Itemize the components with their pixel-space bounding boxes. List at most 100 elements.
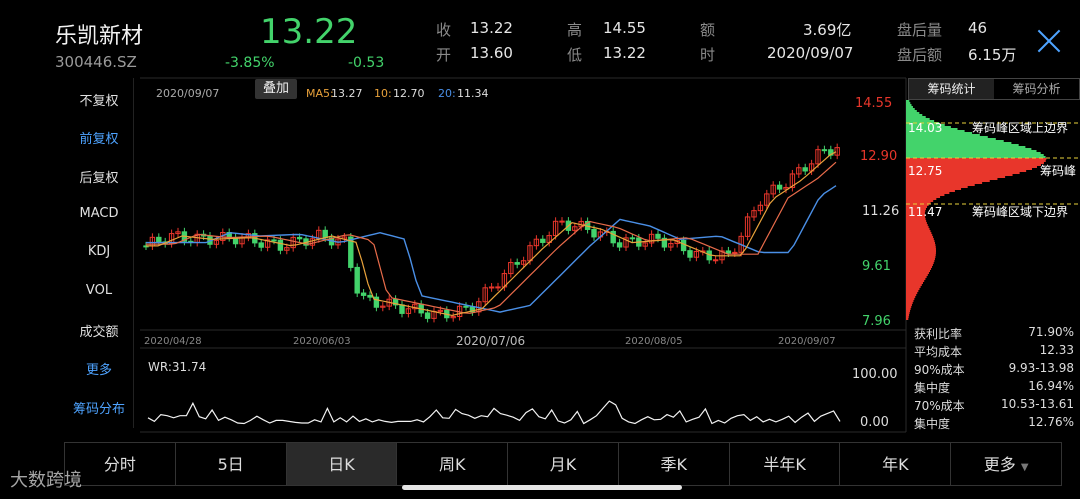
tab-quarterly-k[interactable]: 季K [619,443,730,485]
chip-bar [906,302,913,304]
candle-body [687,250,693,258]
x-tick-3: 2020/07/06 [456,334,525,348]
candle-body [399,304,405,314]
chip-bar [906,200,934,202]
chip-bar [906,136,988,138]
stat-value: 9.93-13.98 [1008,361,1074,375]
chip-bar [906,296,916,298]
home-indicator[interactable] [402,485,682,490]
chip-bar [906,248,936,250]
chip-bar [906,188,962,190]
candle-body [488,286,495,289]
tab-chip-analysis[interactable]: 筹码分析 [994,79,1079,99]
chip-bar [906,228,930,230]
chip-bar [906,118,930,120]
chip-bar [906,242,936,244]
chip-bar [906,254,936,256]
candle-body [591,228,597,238]
stat-row: 平均成本 12.33 [914,343,1074,360]
tab-daily-k[interactable]: 日K [286,443,398,485]
candle-body [463,305,469,308]
candle-body [296,236,303,240]
chip-bar [906,194,945,196]
chip-bar [906,190,955,192]
chip-bar [906,138,996,140]
stat-value: 12.33 [1039,343,1074,357]
candle-body [821,149,828,152]
overlay-button[interactable]: 叠加 [255,79,297,99]
chip-bar [906,276,927,278]
ma5-value: 13.27 [331,87,363,100]
stat-value: 71.90% [1028,325,1074,339]
tab-5day[interactable]: 5日 [176,443,287,485]
chip-bar [906,256,936,258]
chip-bar [906,260,935,262]
candle-body [680,240,687,252]
chip-bar [906,272,929,274]
ma20-value: 11.34 [457,87,489,100]
chip-bar [906,150,1037,152]
chip-bar [906,312,910,314]
chip-bar [906,308,911,310]
x-tick-5: 2020/09/07 [778,336,836,347]
tab-yearly-k[interactable]: 年K [840,443,952,485]
chip-bar [906,292,918,294]
ma10-label: 10: [374,87,392,100]
candle-body [271,239,277,242]
stat-key: 90%成本 [914,363,965,377]
chip-bar [906,196,941,198]
chevron-down-icon: ▼ [1020,462,1029,473]
chip-bar [906,284,922,286]
candle-body [776,184,783,190]
candle-body [514,262,520,265]
chip-bar [906,310,911,312]
ma20-line [146,185,837,313]
chip-bar [906,184,975,186]
period-tab-bar: 分时 5日 日K 周K 月K 季K 半年K 年K 更多 ▼ [64,442,1062,486]
candle-body [495,286,501,289]
stat-row: 90%成本 9.93-13.98 [914,361,1074,378]
ma5-label: MA5: [306,87,334,100]
chip-bar [906,238,934,240]
candle-body [156,236,162,243]
ma10-value: 12.70 [393,87,425,100]
chip-bar [906,156,1046,158]
stat-key: 平均成本 [914,345,963,359]
x-tick-1: 2020/04/28 [144,336,202,347]
chip-bar [906,230,931,232]
chip-bar [906,192,950,194]
wr-tick-0: 0.00 [860,415,889,430]
tab-monthly-k[interactable]: 月K [508,443,619,485]
chip-bar [906,294,917,296]
candle-body [367,294,373,298]
y-tick-2: 12.90 [860,149,897,164]
candle-body [616,242,623,248]
chip-bar [906,264,933,266]
candle-body [373,296,380,308]
chip-upper-value: 14.03 [908,121,942,135]
chip-bar [906,148,1032,150]
chip-bar [906,288,920,290]
candle-body [424,312,431,319]
chip-bar [906,116,926,118]
chip-bar [906,234,933,236]
chip-bar [906,298,915,300]
chip-bar [906,304,912,306]
chip-bar [906,318,909,320]
chip-peak-value: 12.75 [908,164,942,178]
chip-bar [906,144,1019,146]
chip-lower-value: 11.47 [908,205,942,219]
stat-row: 获利比率 71.90% [914,325,1074,342]
y-tick-5: 7.96 [862,314,891,329]
candlestick-series [143,143,840,323]
tab-halfyear-k[interactable]: 半年K [730,443,841,485]
tab-chip-stats[interactable]: 筹码统计 [909,79,994,99]
tab-more-label: 更多 [983,455,1016,474]
chip-bar [906,258,935,260]
chip-bar [906,316,909,318]
tab-more[interactable]: 更多 ▼ [951,443,1061,485]
ma20-label: 20: [438,87,456,100]
stat-value: 10.53-13.61 [1000,397,1074,411]
chip-bar [906,290,919,292]
tab-weekly-k[interactable]: 周K [397,443,509,485]
